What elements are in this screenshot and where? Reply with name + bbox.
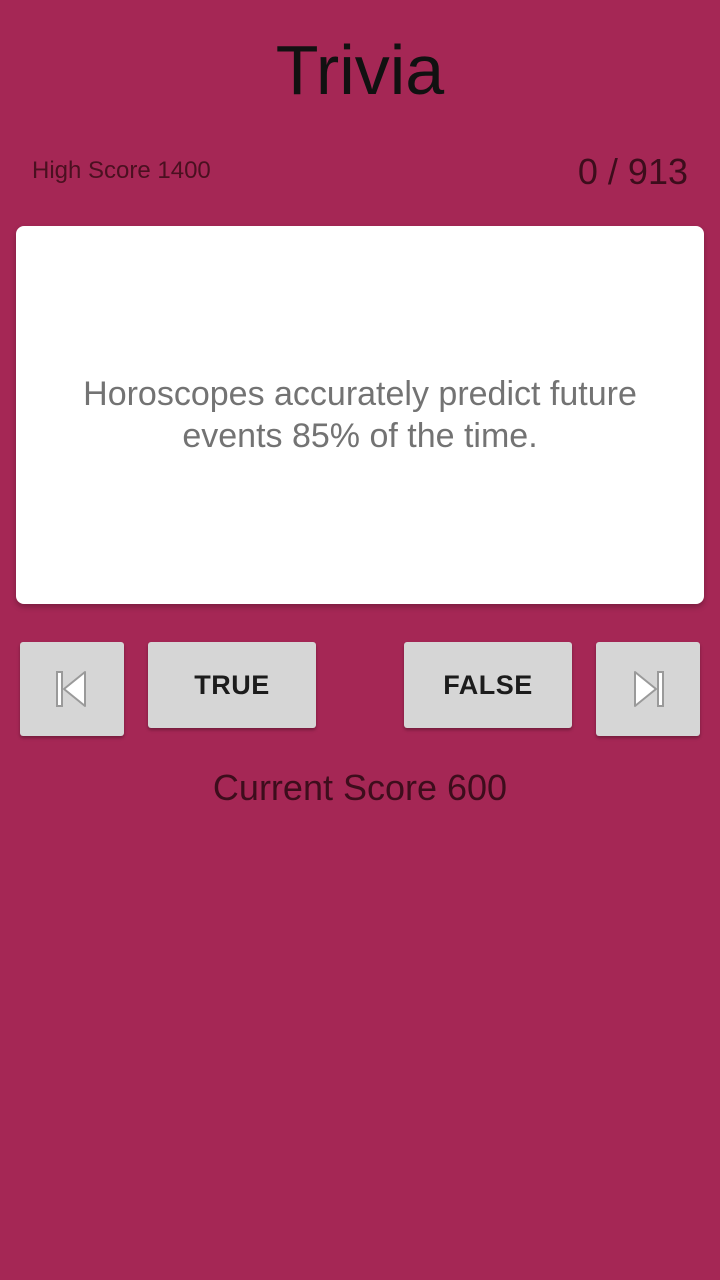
- skip-next-icon: [634, 671, 664, 707]
- true-button[interactable]: TRUE: [148, 642, 316, 728]
- question-text: Horoscopes accurately predict future eve…: [83, 375, 637, 455]
- false-button-label: FALSE: [443, 669, 533, 700]
- false-button[interactable]: FALSE: [404, 642, 572, 728]
- skip-previous-icon: [56, 671, 86, 707]
- next-question-button[interactable]: [596, 642, 700, 736]
- current-score-label: Current Score 600: [212, 767, 508, 808]
- page-title: Trivia: [275, 31, 445, 109]
- question-progress: 0 / 913: [577, 151, 688, 192]
- question-card: Horoscopes accurately predict future eve…: [16, 226, 704, 604]
- trivia-screen: Trivia High Score 1400 0 / 913 Horoscope…: [0, 0, 720, 1280]
- previous-question-button[interactable]: [20, 642, 124, 736]
- high-score-label: High Score 1400: [32, 157, 211, 184]
- true-button-label: TRUE: [194, 669, 270, 700]
